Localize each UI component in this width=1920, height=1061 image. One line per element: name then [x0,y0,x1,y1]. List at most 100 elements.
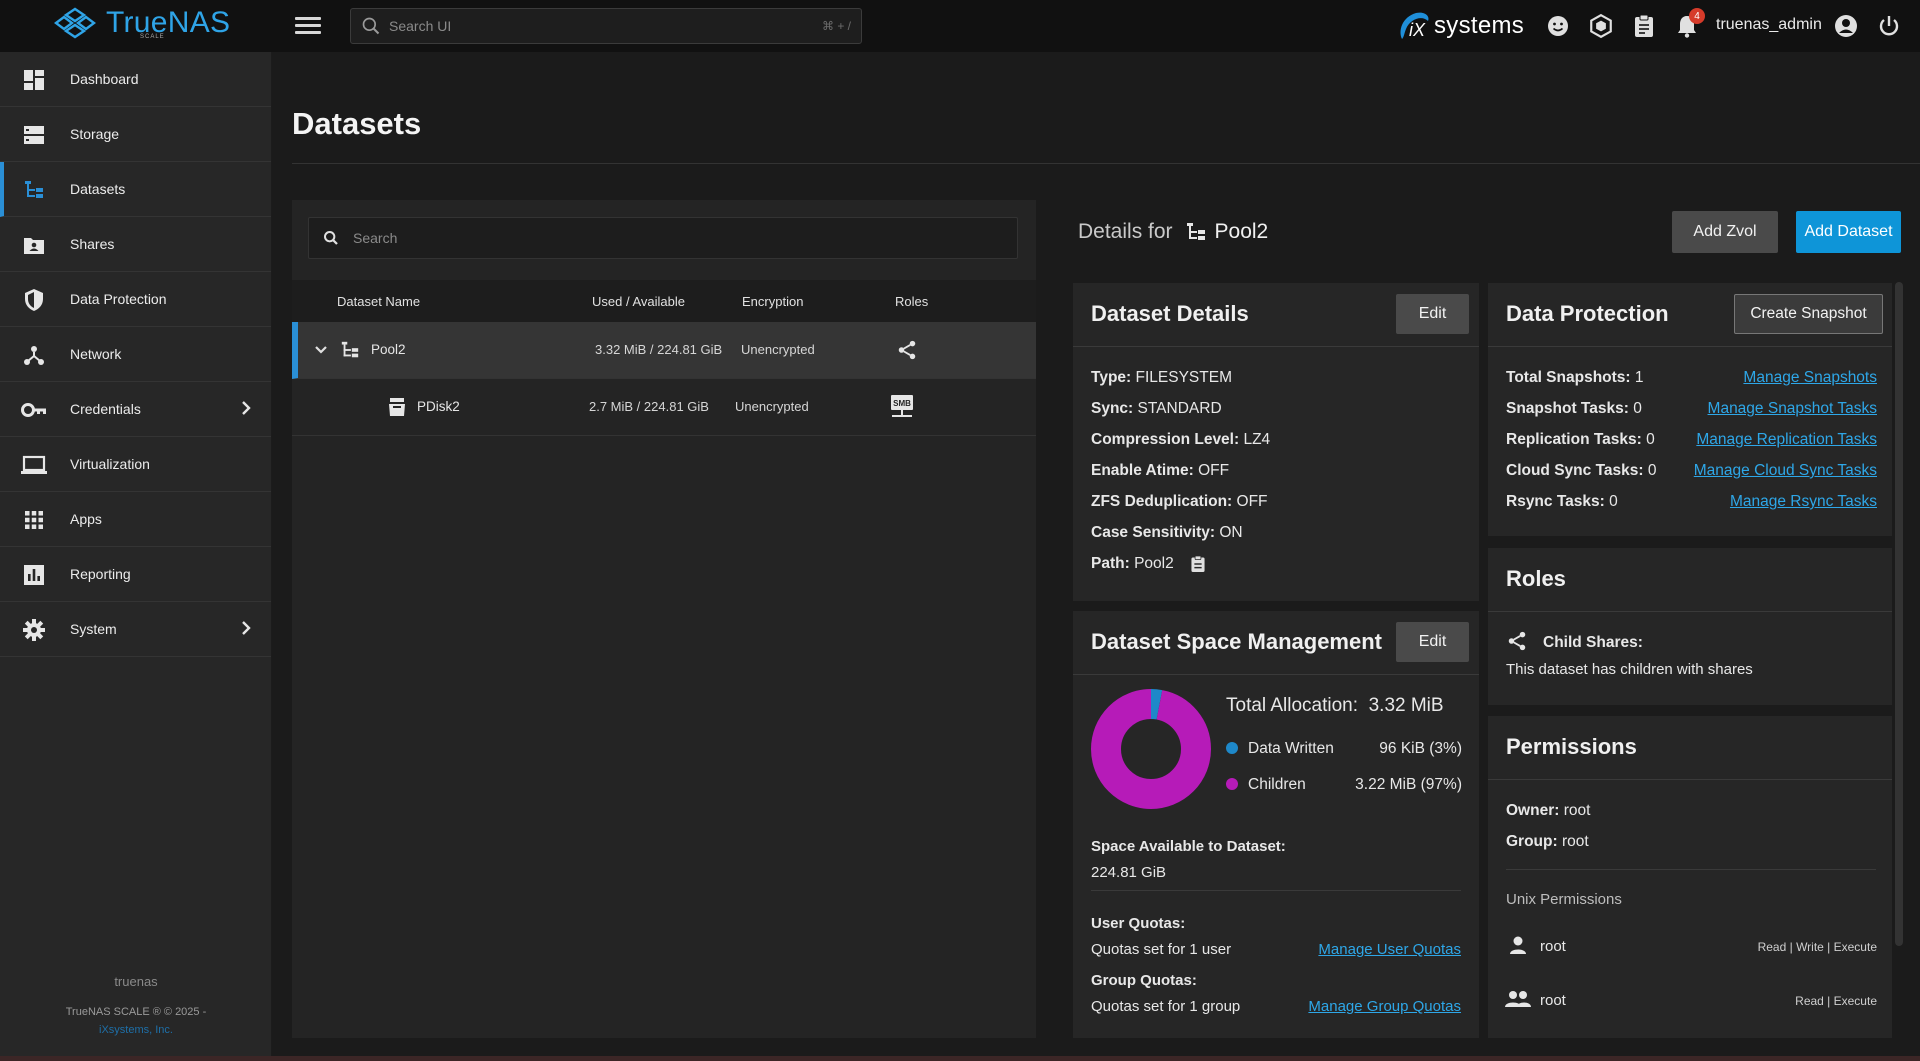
column-header-name[interactable]: Dataset Name [337,294,420,309]
laptop-icon [21,452,47,478]
group-quotas-label: Group Quotas: [1091,972,1197,989]
sidebar-item-credentials[interactable]: Credentials [0,382,271,437]
shares-folder-icon [21,232,47,258]
manage-snapshots-link[interactable]: Manage Snapshots [1743,369,1877,387]
details-dataset-name: Pool2 [1214,220,1269,243]
notifications-bell-icon[interactable]: 4 [1673,8,1705,40]
sidebar-item-label: Virtualization [70,456,150,472]
ix-logo-icon: iX [1396,9,1432,43]
sidebar-item-label: Apps [70,511,102,527]
share-icon [896,339,918,364]
user-account-icon[interactable] [1832,12,1860,40]
dataset-drive-icon [387,396,407,421]
details-scrollbar[interactable] [1895,282,1903,946]
add-zvol-button[interactable]: Add Zvol [1672,211,1778,253]
chevron-down-icon[interactable] [314,342,328,358]
column-header-roles[interactable]: Roles [895,294,928,309]
tree-header: Dataset Name Used / Available Encryption… [292,280,1036,322]
sidebar-item-label: Shares [70,236,115,252]
sidebar-item-label: Dashboard [70,71,139,87]
unix-user-perms: Read | Write | Execute [1757,940,1877,954]
dataset-search[interactable] [308,217,1018,259]
dataset-tree-panel: Dataset Name Used / Available Encryption… [292,200,1036,1038]
table-row[interactable]: PDisk2 2.7 MiB / 224.81 GiB Unencrypted … [292,379,1036,436]
manage-replication-tasks-link[interactable]: Manage Replication Tasks [1696,431,1877,449]
sidebar-item-label: Data Protection [70,291,167,307]
pool-tree-icon [1185,221,1207,243]
create-snapshot-button[interactable]: Create Snapshot [1734,294,1883,334]
dashboard-icon [21,67,47,93]
username-label[interactable]: truenas_admin [1716,16,1822,34]
edit-space-button[interactable]: Edit [1396,622,1469,662]
dataset-name: Pool2 [371,342,406,357]
detail-dedup: ZFS Deduplication: OFF [1091,493,1268,510]
power-icon[interactable] [1875,12,1903,40]
sidebar-item-system[interactable]: System [0,602,271,657]
details-prefix: Details for [1078,220,1173,243]
detail-atime: Enable Atime: OFF [1091,462,1230,479]
dataset-search-input[interactable] [353,230,953,246]
legend-dot [1226,742,1238,754]
detail-path: Path: Pool2 [1091,555,1174,572]
gear-icon [21,617,47,643]
space-management-card: Dataset Space Management Edit Total Allo… [1073,611,1479,1038]
detail-type: Type: FILESYSTEM [1091,369,1232,386]
title-divider [292,163,1920,164]
rsync-tasks: Rsync Tasks: 0 [1506,493,1618,510]
legend-dot [1226,778,1238,790]
menu-toggle-button[interactable] [295,14,321,38]
company-link[interactable]: iXsystems, Inc. [0,1024,272,1036]
network-hub-icon [21,342,47,368]
sidebar-item-apps[interactable]: Apps [0,492,271,547]
dataset-encryption: Unencrypted [741,342,815,357]
column-header-usage[interactable]: Used / Available [592,294,685,309]
global-search-input[interactable] [389,18,822,34]
sidebar-item-reporting[interactable]: Reporting [0,547,271,602]
manage-user-quotas-link[interactable]: Manage User Quotas [1318,941,1461,958]
truecommand-icon[interactable] [1587,12,1615,40]
sidebar-item-storage[interactable]: Storage [0,107,271,162]
search-icon [362,17,380,35]
group: Group: root [1506,833,1589,850]
sidebar-item-label: Storage [70,126,120,142]
sidebar-item-label: Datasets [70,181,126,197]
table-row[interactable]: Pool2 3.32 MiB / 224.81 GiB Unencrypted [292,322,1036,379]
add-dataset-button[interactable]: Add Dataset [1796,211,1901,253]
child-shares-text: This dataset has children with shares [1506,661,1753,678]
roles-card: Roles Child Shares: This dataset has chi… [1488,548,1892,705]
manage-snapshot-tasks-link[interactable]: Manage Snapshot Tasks [1708,400,1877,418]
manage-group-quotas-link[interactable]: Manage Group Quotas [1308,998,1461,1015]
sidebar-item-label: Network [70,346,122,362]
search-shortcut: ⌘ + / [821,19,851,33]
data-protection-card: Data Protection Create Snapshot Total Sn… [1488,283,1892,536]
feedback-icon[interactable] [1544,12,1572,40]
column-header-encryption[interactable]: Encryption [742,294,803,309]
jobs-clipboard-icon[interactable] [1630,12,1658,40]
sidebar-item-shares[interactable]: Shares [0,217,271,272]
child-shares-label: Child Shares: [1543,634,1643,651]
sidebar-item-label: System [70,621,117,637]
edit-details-button[interactable]: Edit [1396,294,1469,334]
shield-icon [21,287,47,313]
svg-text:SMB: SMB [893,399,911,408]
space-available-value: 224.81 GiB [1091,864,1167,881]
sidebar-item-network[interactable]: Network [0,327,271,382]
sidebar-item-virtualization[interactable]: Virtualization [0,437,271,492]
manage-cloud-sync-tasks-link[interactable]: Manage Cloud Sync Tasks [1694,462,1877,480]
unix-permissions-label: Unix Permissions [1506,891,1622,908]
copy-clipboard-icon[interactable] [1190,555,1206,576]
ixsystems-logo[interactable]: iX systems [1396,9,1524,43]
sidebar-item-dashboard[interactable]: Dashboard [0,52,271,107]
dataset-details-card: Dataset Details Edit Type: FILESYSTEM Sy… [1073,283,1479,601]
snapshot-tasks: Snapshot Tasks: 0 [1506,400,1642,417]
unix-group-name: root [1540,992,1566,1009]
datasets-tree-icon [21,177,47,203]
legend-children: Children 3.22 MiB (97%) [1226,776,1462,794]
global-search[interactable]: ⌘ + / [350,8,862,44]
manage-rsync-tasks-link[interactable]: Manage Rsync Tasks [1730,493,1877,511]
vendor-name: systems [1434,12,1525,39]
detail-case-sensitivity: Case Sensitivity: ON [1091,524,1243,541]
sidebar-item-data-protection[interactable]: Data Protection [0,272,271,327]
sidebar-item-datasets[interactable]: Datasets [0,162,271,217]
key-icon [21,397,47,423]
